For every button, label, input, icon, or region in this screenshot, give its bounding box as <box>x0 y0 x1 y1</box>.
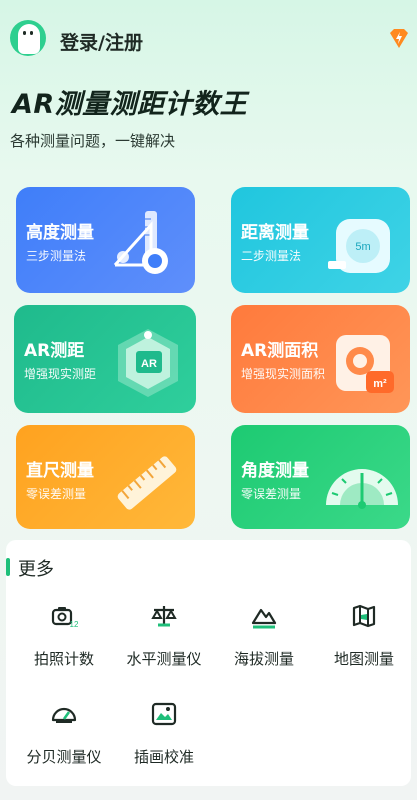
tool-label: 地图测量 <box>333 650 394 668</box>
tool-label: 分贝测量仪 <box>26 748 102 766</box>
ar-cube-icon: AR <box>118 329 178 397</box>
card-title: 距离测量 <box>241 223 309 243</box>
tool-camera-count[interactable]: 12 拍照计数 <box>14 602 114 682</box>
top-bar: 登录/注册 <box>0 0 417 80</box>
map-icon <box>352 604 376 628</box>
tool-decibel[interactable]: 分贝测量仪 <box>14 700 114 780</box>
app-subtitle: 各种测量问题，一键解决 <box>10 132 176 150</box>
card-subtitle: 二步测量法 <box>241 249 302 263</box>
tool-label: 水平测量仪 <box>126 650 202 668</box>
card-title: AR测面积 <box>241 341 319 361</box>
area-camera-icon: m² <box>336 335 394 393</box>
mountain-icon <box>251 608 277 629</box>
mascot-eye-left <box>23 31 26 35</box>
lightning-badge-icon[interactable] <box>387 26 411 50</box>
tape-label: 5m <box>355 241 370 253</box>
ruler-measure-card[interactable]: 直尺测量 零误差测量 <box>16 425 195 529</box>
mascot-face <box>18 24 40 54</box>
tool-altitude[interactable]: 海拔测量 <box>214 602 314 682</box>
card-subtitle: 零误差测量 <box>26 487 87 501</box>
card-subtitle: 零误差测量 <box>241 487 302 501</box>
login-register-link[interactable]: 登录/注册 <box>60 28 143 55</box>
mascot-eye-right <box>30 31 33 35</box>
height-measure-card[interactable]: 高度测量 三步测量法 <box>16 187 195 293</box>
ar-distance-card[interactable]: AR测距 增强现实测距 AR <box>14 305 196 413</box>
section-accent-bar <box>6 558 10 576</box>
tool-map[interactable]: 地图测量 <box>314 602 414 682</box>
decibel-gauge-icon <box>51 707 77 723</box>
area-unit-label: m² <box>373 378 387 390</box>
ar-label: AR <box>141 358 157 370</box>
card-subtitle: 三步测量法 <box>26 249 87 263</box>
card-subtitle: 增强现实测面积 <box>241 367 326 381</box>
angle-measure-card[interactable]: 角度测量 零误差测量 <box>231 425 410 529</box>
card-subtitle: 增强现实测距 <box>24 367 97 381</box>
card-title: 高度测量 <box>26 223 94 243</box>
card-title: 角度测量 <box>241 461 309 481</box>
more-tools-panel: 更多 12 拍照计数 水平测量仪 海拔测量 地图测量 分贝测量仪 插画校准 <box>6 540 411 786</box>
tool-level[interactable]: 水平测量仪 <box>114 602 214 682</box>
tool-image-calibrate[interactable]: 插画校准 <box>114 700 214 780</box>
ar-area-card[interactable]: AR测面积 增强现实测面积 m² <box>231 305 410 413</box>
distance-measure-card[interactable]: 距离测量 二步测量法 5m <box>231 187 410 293</box>
tool-label: 拍照计数 <box>33 650 94 668</box>
protractor-icon <box>326 469 398 509</box>
card-title: AR测距 <box>24 341 85 361</box>
tool-label: 插画校准 <box>133 748 194 766</box>
mascot-avatar[interactable] <box>10 20 46 56</box>
level-icon <box>151 606 177 627</box>
image-calibrate-icon <box>151 702 177 726</box>
card-title: 直尺测量 <box>26 461 94 481</box>
height-measure-icon <box>113 211 168 274</box>
app-title: AR测量测距计数王 <box>12 89 248 120</box>
ruler-icon <box>117 456 177 510</box>
count-number: 12 <box>70 620 78 629</box>
tape-measure-icon: 5m <box>328 219 390 273</box>
camera-count-icon: 12 <box>51 607 78 629</box>
tool-label: 海拔测量 <box>233 650 294 668</box>
section-title: 更多 <box>18 559 54 580</box>
